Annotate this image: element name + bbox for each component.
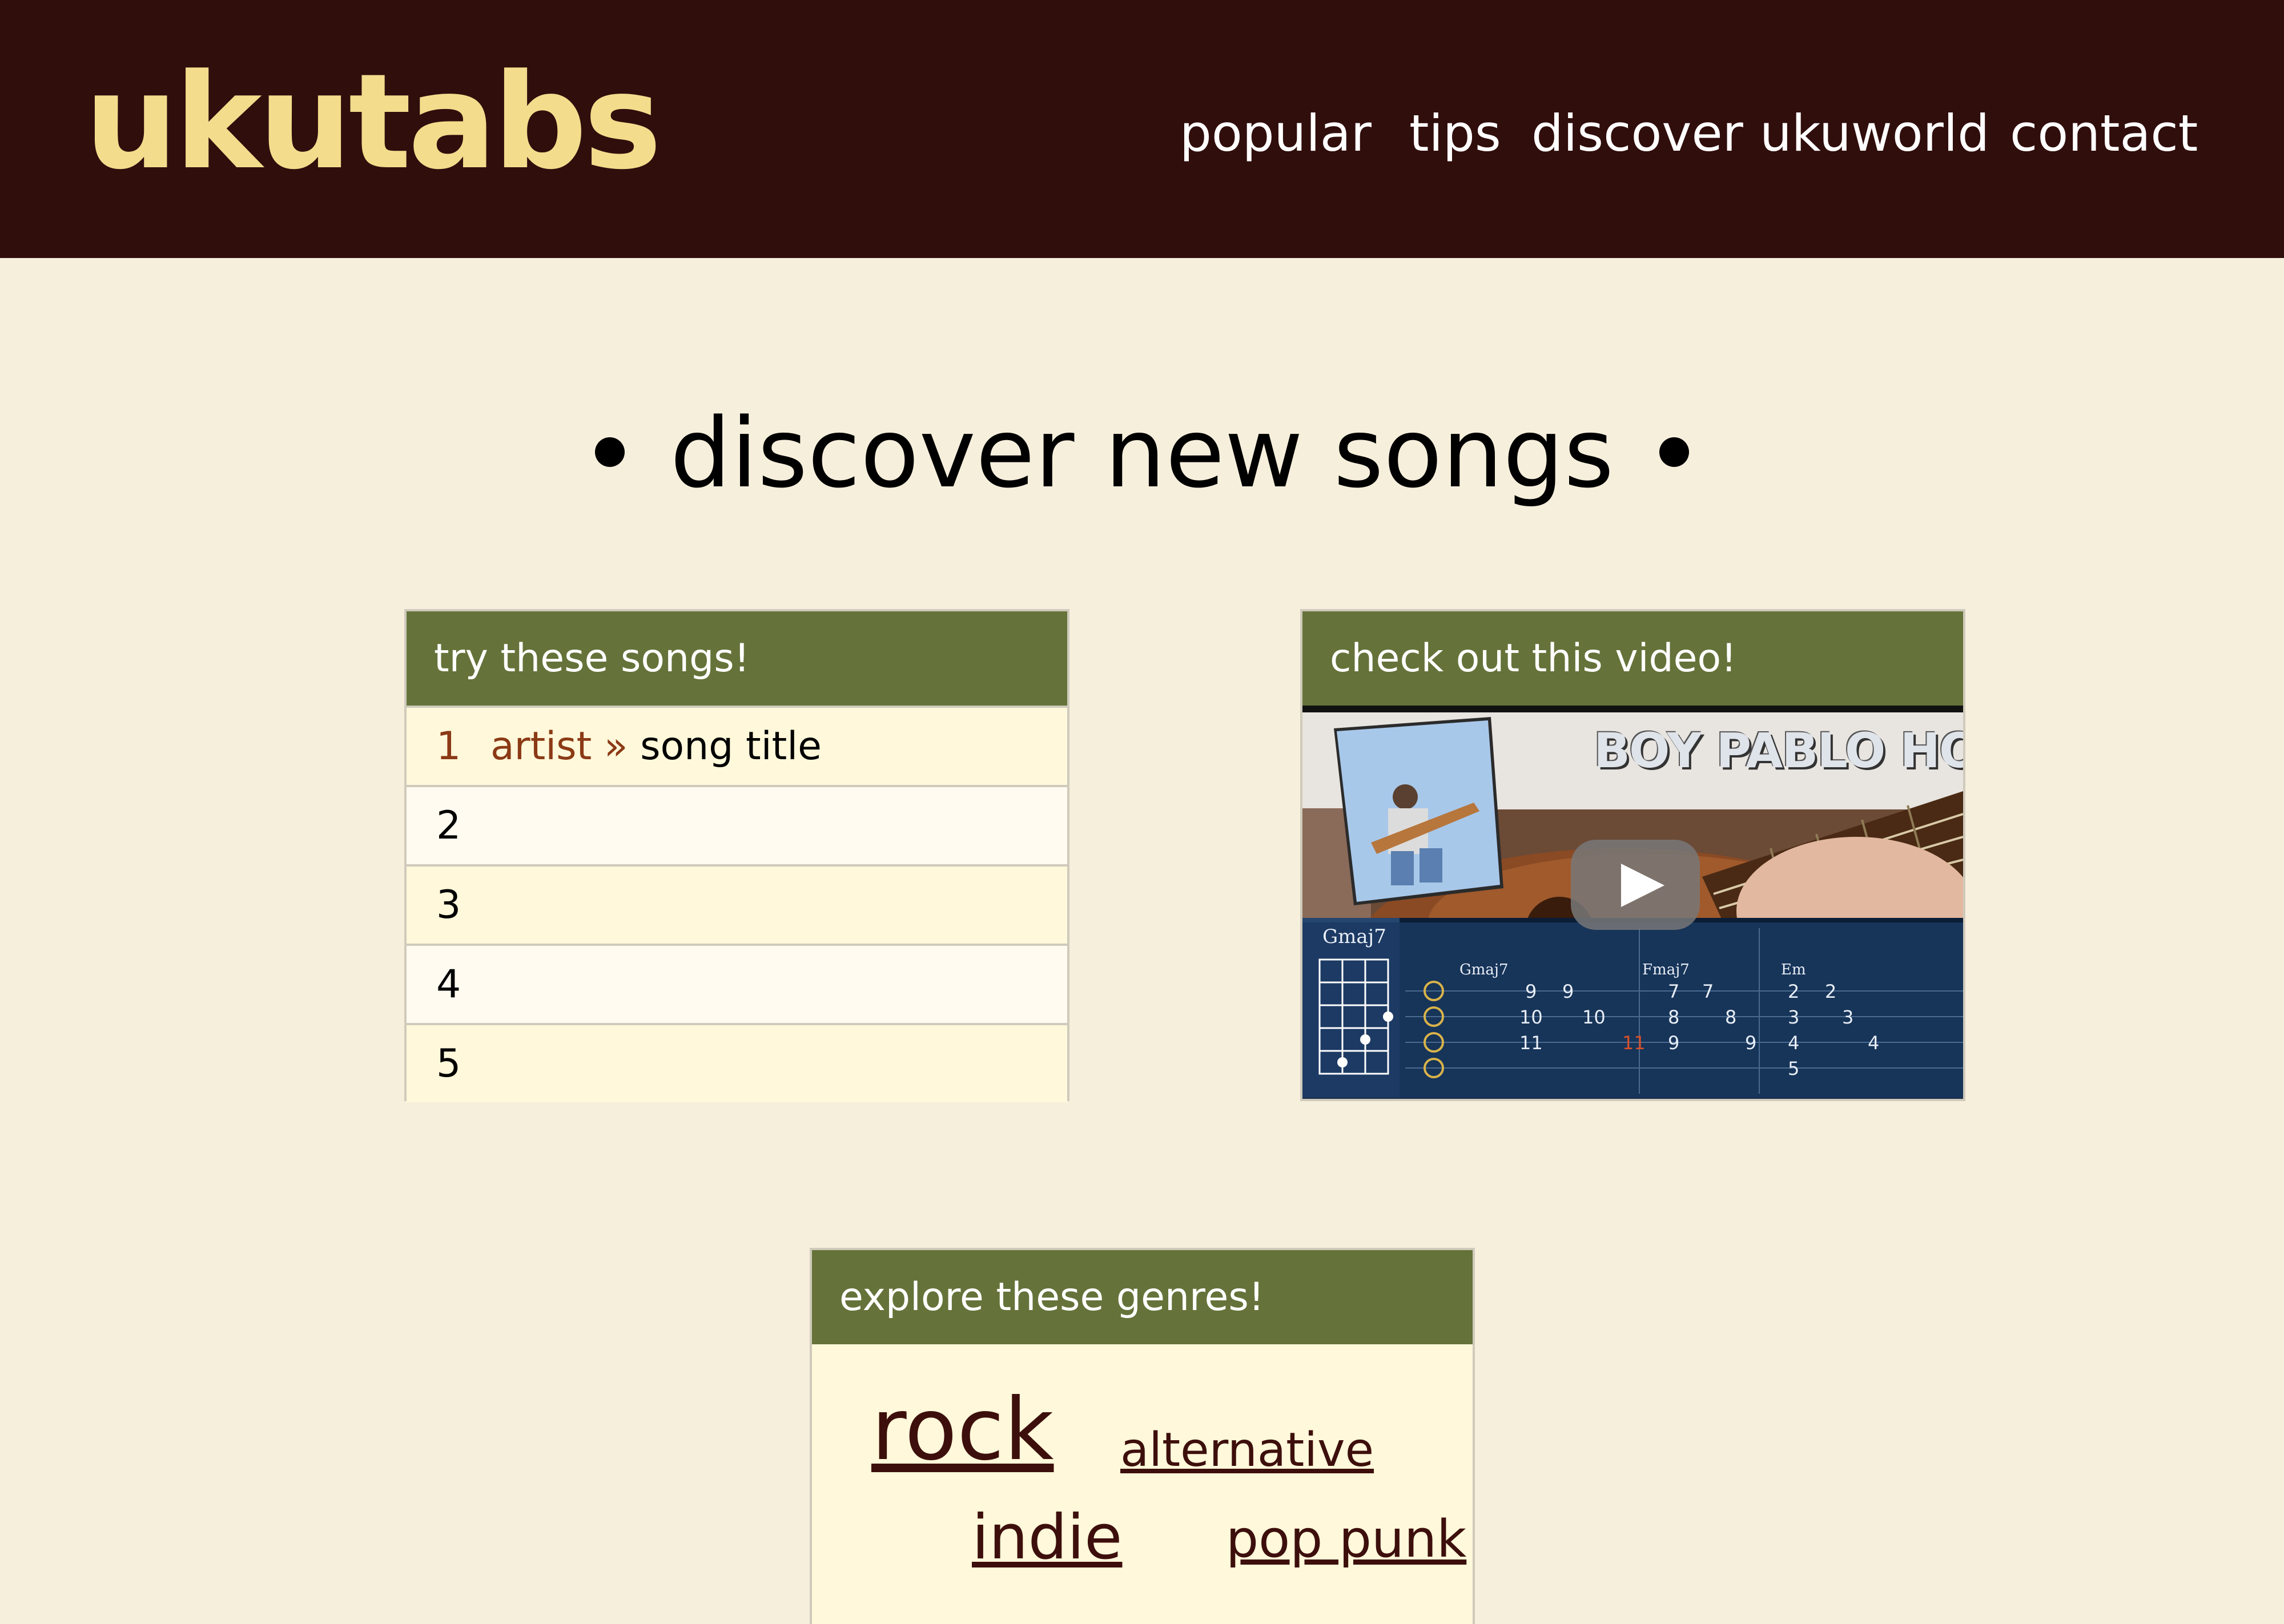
nav-popular[interactable]: popular xyxy=(1180,108,1372,159)
svg-text:7: 7 xyxy=(1668,981,1679,1002)
songs-panel-title: try these songs! xyxy=(407,611,1067,706)
svg-text:7: 7 xyxy=(1702,981,1714,1002)
song-rank: 2 xyxy=(436,803,461,848)
chord-label: Em xyxy=(1781,961,1806,978)
svg-text:10: 10 xyxy=(1582,1006,1606,1028)
genres-panel-title: explore these genres! xyxy=(812,1250,1473,1344)
svg-text:5: 5 xyxy=(1788,1058,1799,1079)
song-rank: 1 xyxy=(436,724,461,769)
genres-panel: explore these genres! rock alternative i… xyxy=(810,1248,1475,1624)
chord-label-box: Gmaj7 xyxy=(1322,925,1386,948)
bullet-right-icon xyxy=(1659,437,1690,468)
svg-text:2: 2 xyxy=(1788,981,1799,1002)
svg-text:2: 2 xyxy=(1825,981,1836,1002)
genre-link-alternative[interactable]: alternative xyxy=(1120,1427,1374,1474)
svg-text:10: 10 xyxy=(1519,1006,1543,1028)
play-icon[interactable] xyxy=(1571,840,1700,930)
site-header: ukutabs popular tips discover ukuworld c… xyxy=(0,0,2284,258)
chord-label: Gmaj7 xyxy=(1459,961,1509,978)
svg-text:11: 11 xyxy=(1622,1032,1646,1054)
song-row[interactable]: 4 xyxy=(407,944,1067,1023)
song-rank: 4 xyxy=(436,962,461,1007)
songs-panel: try these songs! 1 artist » song title 2 … xyxy=(404,609,1069,1102)
svg-text:9: 9 xyxy=(1525,981,1537,1002)
page-title-text: discover new songs xyxy=(670,397,1614,509)
svg-text:8: 8 xyxy=(1725,1006,1736,1028)
song-artist-link[interactable]: artist » xyxy=(490,724,628,769)
video-panel-title: check out this video! xyxy=(1302,611,1963,706)
song-row[interactable]: 3 xyxy=(407,864,1067,944)
nav-tips[interactable]: tips xyxy=(1409,108,1501,159)
song-row[interactable]: 5 xyxy=(407,1023,1067,1102)
genre-link-pop-punk[interactable]: pop punk xyxy=(1226,1514,1466,1565)
svg-text:8: 8 xyxy=(1668,1006,1679,1028)
svg-text:3: 3 xyxy=(1788,1006,1799,1028)
svg-text:3: 3 xyxy=(1842,1006,1853,1028)
genre-link-rock[interactable]: rock xyxy=(871,1387,1053,1473)
song-rank: 3 xyxy=(436,882,461,928)
genre-link-indie[interactable]: indie xyxy=(972,1507,1122,1569)
song-title-link[interactable]: song title xyxy=(640,724,822,769)
site-logo[interactable]: ukutabs xyxy=(85,57,662,188)
bullet-left-icon xyxy=(594,437,625,468)
svg-text:9: 9 xyxy=(1745,1032,1756,1054)
svg-text:4: 4 xyxy=(1868,1032,1879,1054)
video-player[interactable]: 99 10 10 11 77 88 99 22 33 44 5 11 Gmaj7 … xyxy=(1302,706,1963,1098)
nav-discover[interactable]: discover xyxy=(1531,108,1743,159)
page-title: discover new songs xyxy=(0,405,2284,501)
nav-contact[interactable]: contact xyxy=(2010,108,2198,159)
svg-text:9: 9 xyxy=(1668,1032,1679,1054)
svg-text:4: 4 xyxy=(1788,1032,1799,1054)
song-rank: 5 xyxy=(436,1041,461,1086)
video-panel: check out this video! 9 9 10 10 11 7 7 8… xyxy=(1300,609,1965,1101)
nav-ukuworld[interactable]: ukuworld xyxy=(1760,108,1989,159)
svg-text:9: 9 xyxy=(1562,981,1574,1002)
video-overlay-title: BOY PABLO HONEY xyxy=(1594,723,1963,779)
song-row[interactable]: 1 artist » song title xyxy=(407,706,1067,785)
svg-text:11: 11 xyxy=(1519,1032,1543,1054)
chord-label: Fmaj7 xyxy=(1642,961,1690,978)
song-row[interactable]: 2 xyxy=(407,785,1067,864)
